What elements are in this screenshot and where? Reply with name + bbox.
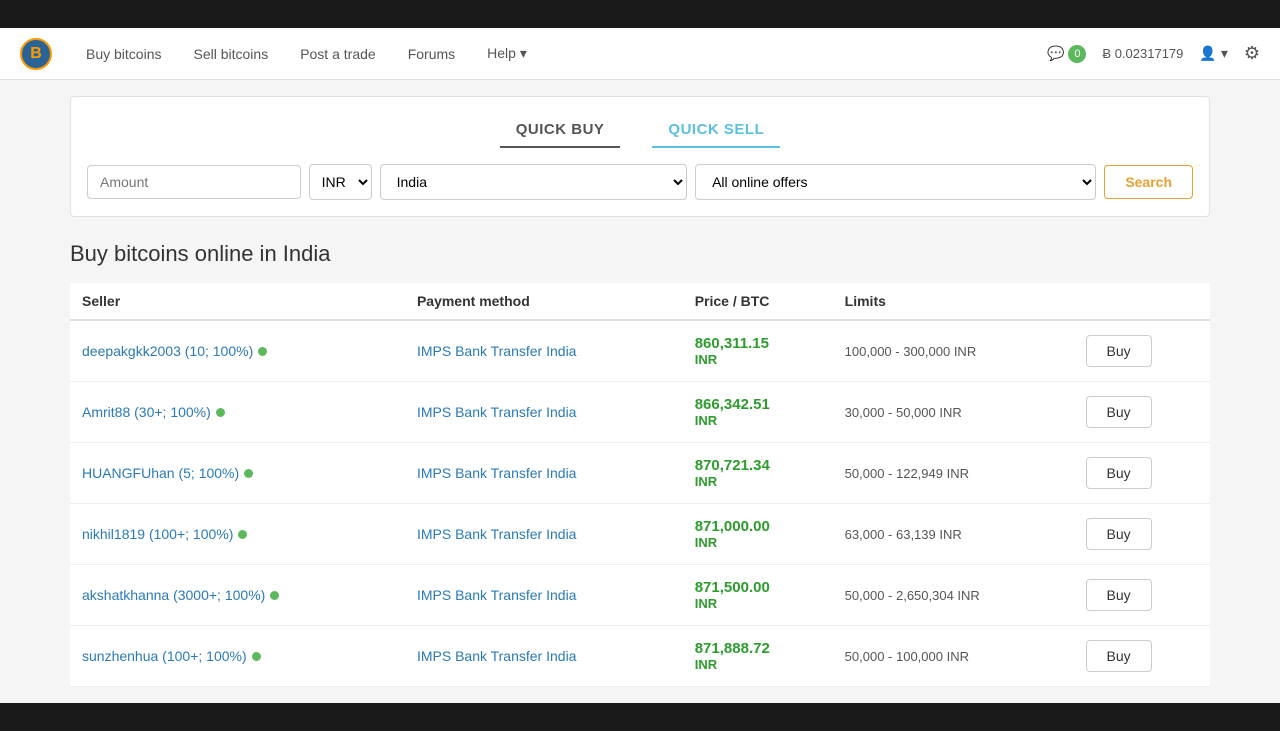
seller-link[interactable]: akshatkhanna (3000+; 100%)	[82, 587, 279, 603]
navbar-right: 💬 0 Ƀ 0.02317179 👤 ▾ ⚙	[1047, 43, 1260, 64]
country-select[interactable]: India	[380, 164, 687, 200]
price-value: 870,721.34	[695, 457, 821, 474]
seller-link[interactable]: HUANGFUhan (5; 100%)	[82, 465, 253, 481]
table-row: HUANGFUhan (5; 100%) IMPS Bank Transfer …	[70, 443, 1210, 504]
top-bar	[0, 0, 1280, 28]
offers-table: Seller Payment method Price / BTC Limits…	[70, 283, 1210, 687]
page-title: Buy bitcoins online in India	[70, 241, 1210, 267]
price-currency: INR	[695, 352, 821, 367]
user-menu[interactable]: 👤 ▾	[1199, 45, 1227, 62]
col-seller: Seller	[70, 283, 405, 320]
settings-icon[interactable]: ⚙	[1244, 43, 1260, 64]
limits-text: 100,000 - 300,000 INR	[845, 344, 977, 359]
price-currency: INR	[695, 413, 821, 428]
payment-method-link[interactable]: IMPS Bank Transfer India	[417, 587, 577, 603]
payment-method-link[interactable]: IMPS Bank Transfer India	[417, 526, 577, 542]
col-price: Price / BTC	[683, 283, 833, 320]
limits-text: 63,000 - 63,139 INR	[845, 527, 962, 542]
chat-count: 0	[1068, 45, 1086, 63]
limits-text: 50,000 - 2,650,304 INR	[845, 588, 980, 603]
price-currency: INR	[695, 474, 821, 489]
online-indicator	[258, 347, 267, 356]
navbar-links: Buy bitcoins Sell bitcoins Post a trade …	[72, 37, 1047, 70]
table-row: Amrit88 (30+; 100%) IMPS Bank Transfer I…	[70, 382, 1210, 443]
nav-sell-bitcoins[interactable]: Sell bitcoins	[179, 38, 282, 70]
buy-button[interactable]: Buy	[1086, 579, 1152, 611]
col-limits: Limits	[833, 283, 1074, 320]
navbar: B Buy bitcoins Sell bitcoins Post a trad…	[0, 28, 1280, 80]
online-indicator	[270, 591, 279, 600]
online-indicator	[238, 530, 247, 539]
offers-select[interactable]: All online offers	[695, 164, 1096, 200]
amount-input[interactable]	[87, 165, 301, 199]
price-value: 871,000.00	[695, 518, 821, 535]
tab-quick-buy[interactable]: QUICK BUY	[500, 113, 621, 148]
buy-button[interactable]: Buy	[1086, 335, 1152, 367]
chat-badge[interactable]: 💬 0	[1047, 45, 1086, 63]
tabs: QUICK BUY QUICK SELL	[87, 113, 1193, 148]
buy-button[interactable]: Buy	[1086, 396, 1152, 428]
currency-select[interactable]: INR	[309, 164, 372, 200]
chat-icon: 💬	[1047, 45, 1064, 62]
tab-quick-sell[interactable]: QUICK SELL	[652, 113, 780, 148]
nav-post-trade[interactable]: Post a trade	[286, 38, 390, 70]
search-button[interactable]: Search	[1104, 165, 1193, 199]
search-card: QUICK BUY QUICK SELL INR India All onlin…	[70, 96, 1210, 217]
seller-link[interactable]: deepakgkk2003 (10; 100%)	[82, 343, 267, 359]
table-header: Seller Payment method Price / BTC Limits	[70, 283, 1210, 320]
price-value: 866,342.51	[695, 396, 821, 413]
online-indicator	[216, 408, 225, 417]
payment-method-link[interactable]: IMPS Bank Transfer India	[417, 648, 577, 664]
col-action	[1074, 283, 1210, 320]
seller-link[interactable]: Amrit88 (30+; 100%)	[82, 404, 225, 420]
payment-method-link[interactable]: IMPS Bank Transfer India	[417, 465, 577, 481]
table-row: nikhil1819 (100+; 100%) IMPS Bank Transf…	[70, 504, 1210, 565]
online-indicator	[252, 652, 261, 661]
price-currency: INR	[695, 535, 821, 550]
buy-button[interactable]: Buy	[1086, 640, 1152, 672]
payment-method-link[interactable]: IMPS Bank Transfer India	[417, 343, 577, 359]
bottom-bar	[0, 703, 1280, 731]
price-value: 871,500.00	[695, 579, 821, 596]
payment-method-link[interactable]: IMPS Bank Transfer India	[417, 404, 577, 420]
limits-text: 50,000 - 100,000 INR	[845, 649, 969, 664]
table-row: akshatkhanna (3000+; 100%) IMPS Bank Tra…	[70, 565, 1210, 626]
logo-icon: B	[20, 38, 52, 70]
main-content: QUICK BUY QUICK SELL INR India All onlin…	[50, 80, 1230, 703]
search-form: INR India All online offers Search	[87, 164, 1193, 200]
buy-button[interactable]: Buy	[1086, 518, 1152, 550]
buy-button[interactable]: Buy	[1086, 457, 1152, 489]
btc-balance: Ƀ 0.02317179	[1102, 46, 1183, 61]
table-row: sunzhenhua (100+; 100%) IMPS Bank Transf…	[70, 626, 1210, 687]
table-row: deepakgkk2003 (10; 100%) IMPS Bank Trans…	[70, 320, 1210, 382]
online-indicator	[244, 469, 253, 478]
col-payment: Payment method	[405, 283, 683, 320]
price-value: 871,888.72	[695, 640, 821, 657]
nav-buy-bitcoins[interactable]: Buy bitcoins	[72, 38, 175, 70]
seller-link[interactable]: nikhil1819 (100+; 100%)	[82, 526, 247, 542]
nav-forums[interactable]: Forums	[394, 38, 469, 70]
table-body: deepakgkk2003 (10; 100%) IMPS Bank Trans…	[70, 320, 1210, 687]
limits-text: 30,000 - 50,000 INR	[845, 405, 962, 420]
price-currency: INR	[695, 657, 821, 672]
price-value: 860,311.15	[695, 335, 821, 352]
logo[interactable]: B	[20, 38, 52, 70]
seller-link[interactable]: sunzhenhua (100+; 100%)	[82, 648, 261, 664]
limits-text: 50,000 - 122,949 INR	[845, 466, 969, 481]
nav-help[interactable]: Help ▾	[473, 37, 541, 70]
price-currency: INR	[695, 596, 821, 611]
user-icon: 👤	[1199, 45, 1216, 62]
